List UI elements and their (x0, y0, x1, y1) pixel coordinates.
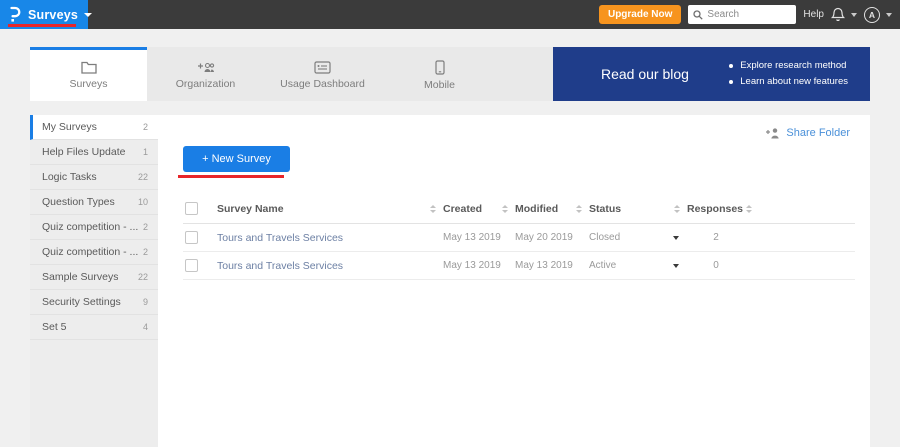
survey-name-link[interactable]: Tours and Travels Services (217, 260, 429, 272)
blog-bullet-list: Explore research method Learn about new … (729, 58, 870, 90)
status-value: Active (589, 260, 673, 271)
col-responses: Responses (687, 203, 745, 215)
row-checkbox[interactable] (185, 259, 198, 272)
status-dropdown-caret-icon[interactable] (673, 236, 679, 240)
proprofs-logo-icon (8, 6, 21, 23)
sidebar-item-sample-surveys[interactable]: Sample Surveys 22 (30, 265, 158, 290)
share-folder-button[interactable]: Share Folder (765, 127, 850, 139)
count-badge: 10 (138, 197, 148, 207)
search-box[interactable] (688, 5, 796, 24)
count-badge: 9 (143, 297, 148, 307)
sort-icon[interactable] (501, 205, 509, 213)
tab-surveys[interactable]: Surveys (30, 47, 147, 101)
tab-organization[interactable]: Organization (147, 47, 264, 101)
sidebar-item-question-types[interactable]: Question Types 10 (30, 190, 158, 215)
created-date: May 13 2019 (443, 232, 501, 243)
surveys-panel: Share Folder + New Survey Survey Name Cr… (158, 115, 870, 447)
red-underline-annotation (178, 175, 284, 178)
mobile-icon (435, 60, 445, 75)
count-badge: 2 (143, 222, 148, 232)
caret-down-icon (886, 13, 892, 17)
add-people-icon (197, 61, 215, 74)
tab-mobile[interactable]: Mobile (381, 47, 498, 101)
folder-icon (81, 61, 97, 74)
dashboard-icon (314, 61, 331, 74)
new-survey-button[interactable]: + New Survey (183, 146, 290, 172)
responses-count: 2 (687, 232, 745, 243)
tab-usage-dashboard[interactable]: Usage Dashboard (264, 47, 381, 101)
col-created: Created (443, 203, 501, 215)
row-checkbox[interactable] (185, 231, 198, 244)
status-dropdown-caret-icon[interactable] (673, 264, 679, 268)
bell-icon (831, 7, 845, 22)
sort-icon[interactable] (575, 205, 583, 213)
modified-date: May 13 2019 (515, 260, 575, 271)
col-survey-name: Survey Name (217, 203, 429, 215)
search-icon (693, 10, 703, 20)
surveys-app-switcher[interactable]: Surveys (0, 0, 88, 29)
status-value: Closed (589, 232, 673, 243)
sort-icon[interactable] (745, 205, 753, 213)
table-row: Tours and Travels Services May 13 2019 M… (183, 224, 855, 252)
avatar: A (864, 7, 880, 23)
survey-name-link[interactable]: Tours and Travels Services (217, 232, 429, 244)
chevron-down-icon[interactable] (84, 13, 92, 17)
blog-banner[interactable]: Read our blog Explore research method Le… (553, 47, 870, 101)
created-date: May 13 2019 (443, 260, 501, 271)
section-nav: Surveys Organization Usage Dashboard (30, 47, 870, 101)
blog-bullet: Explore research method (729, 58, 848, 74)
sidebar-item-quiz-competition-2[interactable]: Quiz competition - ... 2 (30, 240, 158, 265)
count-badge: 22 (138, 272, 148, 282)
account-menu[interactable]: A (864, 7, 892, 23)
search-input[interactable] (707, 9, 791, 20)
notifications-menu[interactable] (831, 7, 857, 22)
caret-down-icon (851, 13, 857, 17)
blog-title: Read our blog (553, 66, 713, 82)
sidebar-item-logic-tasks[interactable]: Logic Tasks 22 (30, 165, 158, 190)
count-badge: 2 (143, 247, 148, 257)
red-underline-annotation (8, 24, 76, 27)
count-badge: 1 (143, 147, 148, 157)
sidebar-item-help-files-update[interactable]: Help Files Update 1 (30, 140, 158, 165)
count-badge: 22 (138, 172, 148, 182)
table-row: Tours and Travels Services May 13 2019 M… (183, 252, 855, 280)
count-badge: 2 (143, 122, 148, 132)
sidebar-item-my-surveys[interactable]: My Surveys 2 (30, 115, 158, 140)
sort-icon[interactable] (429, 205, 437, 213)
add-person-icon (765, 127, 780, 139)
col-modified: Modified (515, 203, 575, 215)
help-link[interactable]: Help (803, 9, 824, 20)
upgrade-now-button[interactable]: Upgrade Now (599, 5, 681, 24)
surveys-table: Survey Name Created Modified Status Resp… (183, 194, 855, 280)
col-status: Status (589, 203, 673, 215)
product-title: Surveys (28, 8, 78, 22)
count-badge: 4 (143, 322, 148, 332)
modified-date: May 20 2019 (515, 232, 575, 243)
new-survey-area: + New Survey (183, 146, 290, 172)
responses-count: 0 (687, 260, 745, 271)
select-all-checkbox[interactable] (185, 202, 198, 215)
sidebar-item-security-settings[interactable]: Security Settings 9 (30, 290, 158, 315)
share-folder-label: Share Folder (786, 127, 850, 139)
sidebar-item-set-5[interactable]: Set 5 4 (30, 315, 158, 340)
table-header-row: Survey Name Created Modified Status Resp… (183, 194, 855, 224)
sidebar-item-quiz-competition-1[interactable]: Quiz competition - ... 2 (30, 215, 158, 240)
sort-icon[interactable] (673, 205, 681, 213)
topbar-actions: Upgrade Now Help A (599, 0, 900, 29)
tabs-strip: Surveys Organization Usage Dashboard (30, 47, 553, 101)
topbar: Surveys Upgrade Now Help A (0, 0, 900, 29)
content: My Surveys 2 Help Files Update 1 Logic T… (30, 115, 870, 447)
folders-sidebar: My Surveys 2 Help Files Update 1 Logic T… (30, 115, 158, 447)
blog-bullet: Learn about new features (729, 74, 848, 90)
